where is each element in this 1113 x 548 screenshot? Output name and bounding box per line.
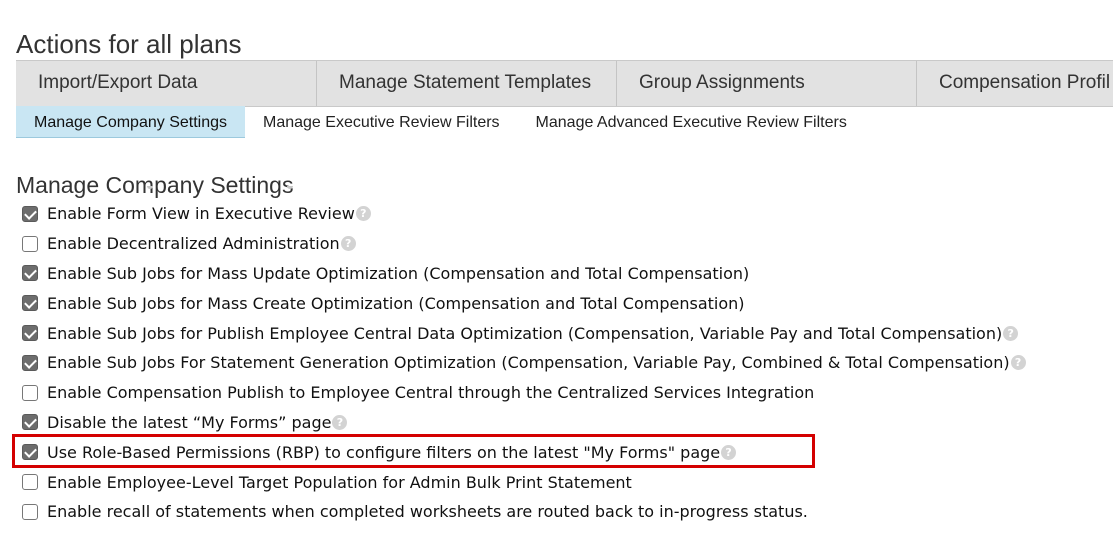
page-title: Actions for all plans: [16, 29, 242, 60]
help-icon[interactable]: ?: [340, 236, 356, 252]
tab-manage-statement-templates[interactable]: Manage Statement Templates: [317, 61, 617, 106]
setting-option-row: Enable Sub Jobs for Mass Create Optimiza…: [22, 288, 1026, 318]
setting-option-row: Enable Form View in Executive Review?: [22, 199, 1026, 229]
help-icon[interactable]: ?: [1010, 355, 1026, 371]
subtab-manage-advanced-executive-review-filters[interactable]: Manage Advanced Executive Review Filters: [518, 106, 865, 138]
setting-option-row: Enable Sub Jobs For Statement Generation…: [22, 348, 1026, 378]
clipped-previous-row: [147, 186, 299, 192]
sub-tab-bar: Manage Company Settings Manage Executive…: [16, 106, 1113, 138]
main-tab-bar: Import/Export Data Manage Statement Temp…: [16, 60, 1113, 107]
checkbox-checked[interactable]: [22, 354, 38, 371]
checkbox-checked[interactable]: [22, 265, 38, 282]
setting-option-label[interactable]: Enable Compensation Publish to Employee …: [47, 383, 814, 402]
tab-group-assignments[interactable]: Group Assignments: [617, 61, 917, 106]
tab-import-export-data[interactable]: Import/Export Data: [16, 61, 317, 106]
setting-option-row: Enable Employee-Level Target Population …: [22, 467, 1026, 497]
setting-option-label[interactable]: Enable Sub Jobs for Publish Employee Cen…: [47, 324, 1002, 343]
checkbox-unchecked[interactable]: [22, 503, 38, 520]
checkbox-unchecked[interactable]: [22, 235, 38, 252]
help-icon[interactable]: ?: [1003, 325, 1019, 341]
subtab-manage-company-settings[interactable]: Manage Company Settings: [16, 106, 245, 138]
setting-option-row: Enable Decentralized Administration?: [22, 229, 1026, 259]
setting-option-row: Enable Sub Jobs for Publish Employee Cen…: [22, 318, 1026, 348]
checkbox-checked[interactable]: [22, 444, 38, 461]
setting-option-label[interactable]: Enable Sub Jobs for Mass Update Optimiza…: [47, 264, 749, 283]
checkbox-unchecked[interactable]: [22, 474, 38, 491]
settings-option-list: Enable Form View in Executive Review? Ena…: [22, 199, 1026, 527]
checkbox-checked[interactable]: [22, 205, 38, 222]
setting-option-label[interactable]: Enable Decentralized Administration: [47, 234, 340, 253]
checkbox-unchecked[interactable]: [22, 384, 38, 401]
setting-option-row: Enable Sub Jobs for Mass Update Optimiza…: [22, 259, 1026, 289]
setting-option-label[interactable]: Enable Sub Jobs For Statement Generation…: [47, 353, 1010, 372]
subtab-manage-executive-review-filters[interactable]: Manage Executive Review Filters: [245, 106, 518, 138]
tab-compensation-profile[interactable]: Compensation Profil: [917, 61, 1113, 106]
setting-option-label[interactable]: Enable Sub Jobs for Mass Create Optimiza…: [47, 294, 745, 313]
checkbox-checked[interactable]: [22, 325, 38, 342]
checkbox-checked[interactable]: [22, 414, 38, 431]
help-icon[interactable]: ?: [721, 444, 737, 460]
checkbox-checked[interactable]: [22, 295, 38, 312]
setting-option-label[interactable]: Enable recall of statements when complet…: [47, 502, 808, 521]
setting-option-label[interactable]: Use Role-Based Permissions (RBP) to conf…: [47, 443, 720, 462]
setting-option-row: Disable the latest “My Forms” page?: [22, 408, 1026, 438]
help-icon[interactable]: ?: [355, 206, 371, 222]
setting-option-row: Enable Compensation Publish to Employee …: [22, 378, 1026, 408]
help-icon[interactable]: ?: [332, 414, 348, 430]
setting-option-label[interactable]: Enable Form View in Executive Review: [47, 204, 355, 223]
setting-option-label[interactable]: Disable the latest “My Forms” page: [47, 413, 331, 432]
setting-option-row: Use Role-Based Permissions (RBP) to conf…: [22, 437, 1026, 467]
setting-option-row: Enable recall of statements when complet…: [22, 497, 1026, 527]
setting-option-label[interactable]: Enable Employee-Level Target Population …: [47, 473, 632, 492]
